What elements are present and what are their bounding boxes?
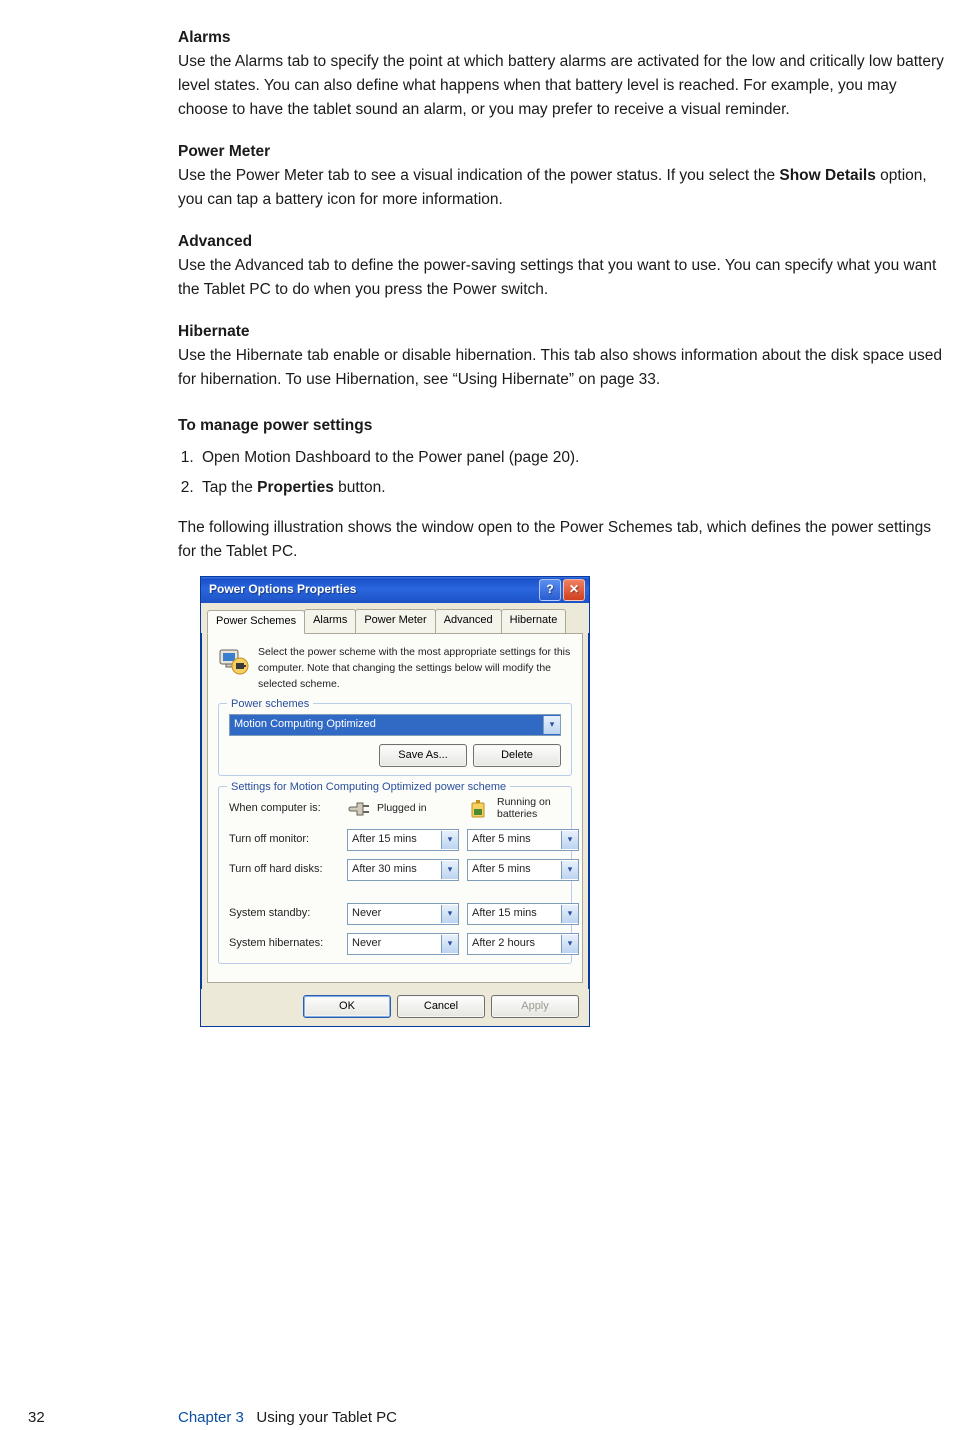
intro-text: Select the power scheme with the most ap… — [258, 644, 572, 693]
plugged-in-header: Plugged in — [347, 797, 459, 821]
scheme-select[interactable]: Motion Computing Optimized ▾ — [229, 714, 561, 736]
tab-power-schemes[interactable]: Power Schemes — [207, 610, 305, 634]
intro-row: Select the power scheme with the most ap… — [218, 644, 572, 693]
step-2-pre: Tap the — [202, 479, 257, 496]
monitor-row-label: Turn off monitor: — [229, 831, 339, 848]
dropdown-arrow-icon: ▾ — [561, 861, 578, 879]
settings-legend: Settings for Motion Computing Optimized … — [227, 779, 510, 796]
advanced-body: Use the Advanced tab to define the power… — [178, 254, 946, 302]
standby-plugged-select[interactable]: Never▾ — [347, 903, 459, 925]
battery-icon — [467, 797, 491, 821]
tab-alarms[interactable]: Alarms — [304, 609, 356, 633]
close-button[interactable]: ✕ — [563, 579, 585, 601]
apply-button[interactable]: Apply — [491, 995, 579, 1018]
settings-group: Settings for Motion Computing Optimized … — [218, 786, 572, 964]
power-options-dialog: Power Options Properties ? ✕ Power Schem… — [200, 576, 590, 1027]
step-2: Tap the Properties button. — [198, 476, 946, 500]
chapter-title: Using your Tablet PC — [256, 1409, 397, 1426]
dropdown-arrow-icon: ▾ — [441, 831, 458, 849]
hdd-plugged-select[interactable]: After 30 mins▾ — [347, 859, 459, 881]
power-meter-body: Use the Power Meter tab to see a visual … — [178, 164, 946, 212]
dialog-title: Power Options Properties — [209, 580, 356, 599]
step-2-post: button. — [334, 479, 386, 496]
hibernate-battery-select[interactable]: After 2 hours▾ — [467, 933, 579, 955]
power-meter-heading: Power Meter — [178, 140, 946, 164]
when-computer-is-label: When computer is: — [229, 800, 339, 817]
hdd-row-label: Turn off hard disks: — [229, 861, 339, 878]
illustration-intro: The following illustration shows the win… — [178, 516, 946, 564]
dropdown-arrow-icon: ▾ — [441, 935, 458, 953]
monitor-plugged-select[interactable]: After 15 mins▾ — [347, 829, 459, 851]
dropdown-arrow-icon: ▾ — [561, 831, 578, 849]
standby-row-label: System standby: — [229, 905, 339, 922]
tab-hibernate[interactable]: Hibernate — [501, 609, 567, 633]
help-button[interactable]: ? — [539, 579, 561, 601]
page-number: 32 — [28, 1406, 45, 1429]
standby-battery-select[interactable]: After 15 mins▾ — [467, 903, 579, 925]
power-schemes-group: Power schemes Motion Computing Optimized… — [218, 703, 572, 776]
dialog-illustration: Power Options Properties ? ✕ Power Schem… — [200, 576, 946, 1027]
hibernate-heading: Hibernate — [178, 320, 946, 344]
hibernate-row-label: System hibernates: — [229, 935, 339, 952]
alarms-heading: Alarms — [178, 26, 946, 50]
battery-label: Running on batteries — [497, 797, 579, 820]
dialog-bottom-buttons: OK Cancel Apply — [201, 989, 589, 1026]
manage-heading: To manage power settings — [178, 414, 946, 438]
tab-power-meter[interactable]: Power Meter — [355, 609, 435, 633]
page-content: Alarms Use the Alarms tab to specify the… — [178, 0, 946, 1027]
hibernate-plugged-select[interactable]: Never▾ — [347, 933, 459, 955]
tab-body: Select the power scheme with the most ap… — [207, 633, 583, 983]
delete-button[interactable]: Delete — [473, 744, 561, 767]
hibernate-body: Use the Hibernate tab enable or disable … — [178, 344, 946, 392]
battery-header: Running on batteries — [467, 797, 579, 821]
power-scheme-icon — [218, 644, 250, 676]
dialog-titlebar[interactable]: Power Options Properties ? ✕ — [201, 577, 589, 603]
power-meter-body-pre: Use the Power Meter tab to see a visual … — [178, 167, 779, 184]
cancel-button[interactable]: Cancel — [397, 995, 485, 1018]
tab-advanced[interactable]: Advanced — [435, 609, 502, 633]
save-as-button[interactable]: Save As... — [379, 744, 467, 767]
dropdown-arrow-icon: ▾ — [561, 935, 578, 953]
power-schemes-legend: Power schemes — [227, 696, 313, 713]
properties-bold: Properties — [257, 479, 334, 496]
chapter-footer: Chapter 3 Using your Tablet PC — [178, 1406, 397, 1429]
steps-list: Open Motion Dashboard to the Power panel… — [178, 446, 946, 500]
ok-button[interactable]: OK — [303, 995, 391, 1018]
show-details-bold: Show Details — [779, 167, 875, 184]
plug-icon — [347, 797, 371, 821]
dropdown-arrow-icon: ▾ — [441, 861, 458, 879]
alarms-body: Use the Alarms tab to specify the point … — [178, 50, 946, 122]
hdd-battery-select[interactable]: After 5 mins▾ — [467, 859, 579, 881]
plugged-in-label: Plugged in — [377, 800, 427, 816]
monitor-battery-select[interactable]: After 5 mins▾ — [467, 829, 579, 851]
dropdown-arrow-icon: ▾ — [441, 905, 458, 923]
tab-strip: Power Schemes Alarms Power Meter Advance… — [201, 603, 589, 633]
chapter-label: Chapter 3 — [178, 1409, 244, 1426]
scheme-value: Motion Computing Optimized — [230, 716, 543, 733]
advanced-heading: Advanced — [178, 230, 946, 254]
dropdown-arrow-icon: ▾ — [543, 716, 560, 734]
step-1: Open Motion Dashboard to the Power panel… — [198, 446, 946, 470]
dropdown-arrow-icon: ▾ — [561, 905, 578, 923]
